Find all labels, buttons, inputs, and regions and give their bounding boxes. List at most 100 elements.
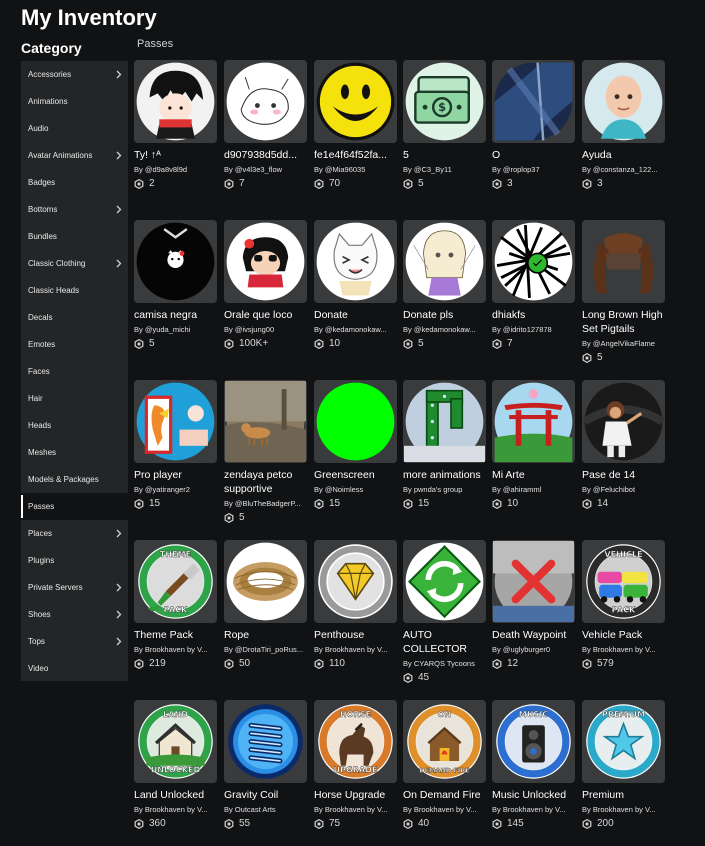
item-thumbnail[interactable]: LAND UNLOCKED: [134, 700, 217, 783]
item-card[interactable]: AUTO COLLECTOR By CYARQS Tycoons 45: [403, 540, 486, 683]
item-name[interactable]: Donate pls: [403, 308, 491, 322]
item-card[interactable]: $5 By @C3_By11 5: [403, 60, 486, 189]
item-card[interactable]: dhiakfs By @idrito127878 7: [492, 220, 575, 349]
item-thumbnail[interactable]: [492, 380, 575, 463]
item-creator[interactable]: By Brookhaven by V...: [582, 805, 670, 814]
item-creator[interactable]: By Brookhaven by V...: [134, 805, 222, 814]
item-name[interactable]: d907938d5dd...: [224, 148, 312, 162]
item-card[interactable]: HORSE UPGRADE Horse Upgrade By Brookhaven …: [314, 700, 397, 829]
item-name[interactable]: AUTO COLLECTOR: [403, 628, 491, 656]
sidebar-item-classic-heads[interactable]: Classic Heads: [21, 277, 128, 304]
item-thumbnail[interactable]: [224, 60, 307, 143]
item-thumbnail[interactable]: PREMIUM: [582, 700, 665, 783]
sidebar-item-faces[interactable]: Faces: [21, 358, 128, 385]
item-card[interactable]: ON DEMAND FIRE On Demand Fire By Brookhave…: [403, 700, 486, 829]
item-thumbnail[interactable]: [492, 540, 575, 623]
item-creator[interactable]: By Brookhaven by V...: [134, 645, 222, 654]
item-thumbnail[interactable]: [224, 700, 307, 783]
item-creator[interactable]: By Outcast Arts: [224, 805, 312, 814]
item-name[interactable]: O: [492, 148, 580, 162]
item-name[interactable]: 5: [403, 148, 491, 162]
item-creator[interactable]: By @DrotaTiri_poRus...: [224, 645, 312, 654]
item-creator[interactable]: By Brookhaven by V...: [492, 805, 580, 814]
sidebar-item-bundles[interactable]: Bundles: [21, 223, 128, 250]
item-name[interactable]: Long Brown High Set Pigtails: [582, 308, 670, 336]
item-thumbnail[interactable]: [582, 60, 665, 143]
item-creator[interactable]: By @Mia96035: [314, 165, 402, 174]
sidebar-item-badges[interactable]: Badges: [21, 169, 128, 196]
sidebar-item-decals[interactable]: Decals: [21, 304, 128, 331]
sidebar-item-hair[interactable]: Hair: [21, 385, 128, 412]
item-card[interactable]: camisa negra By @yuda_michi 5: [134, 220, 217, 349]
item-thumbnail[interactable]: [492, 60, 575, 143]
item-creator[interactable]: By Brookhaven by V...: [314, 805, 402, 814]
item-creator[interactable]: By pwnda's group: [403, 485, 491, 494]
item-creator[interactable]: By CYARQS Tycoons: [403, 659, 491, 668]
item-name[interactable]: Rope: [224, 628, 312, 642]
item-creator[interactable]: By @yatiranger2: [134, 485, 222, 494]
sidebar-item-meshes[interactable]: Meshes: [21, 439, 128, 466]
sidebar-item-bottoms[interactable]: Bottoms: [21, 196, 128, 223]
item-thumbnail[interactable]: VEHICLE PACK: [582, 540, 665, 623]
item-name[interactable]: Pase de 14: [582, 468, 670, 482]
item-card[interactable]: zendaya petco supportive By @BluTheBadger…: [224, 380, 307, 523]
item-name[interactable]: Penthouse: [314, 628, 402, 642]
item-name[interactable]: Music Unlocked: [492, 788, 580, 802]
item-thumbnail[interactable]: [582, 380, 665, 463]
item-thumbnail[interactable]: [403, 540, 486, 623]
item-card[interactable]: LAND UNLOCKED Land Unlocked By Brookhaven …: [134, 700, 217, 829]
item-thumbnail[interactable]: [314, 380, 397, 463]
item-name[interactable]: Gravity Coil: [224, 788, 312, 802]
item-card[interactable]: Death Waypoint By @uglyburger0 12: [492, 540, 575, 669]
item-creator[interactable]: By Brookhaven by V...: [403, 805, 491, 814]
item-name[interactable]: Death Waypoint: [492, 628, 580, 642]
item-thumbnail[interactable]: ON DEMAND FIRE: [403, 700, 486, 783]
item-name[interactable]: Ayuda: [582, 148, 670, 162]
item-card[interactable]: Long Brown High Set Pigtails By @AngelVik…: [582, 220, 665, 363]
item-name[interactable]: dhiakfs: [492, 308, 580, 322]
item-thumbnail[interactable]: [582, 220, 665, 303]
item-card[interactable]: Penthouse By Brookhaven by V... 110: [314, 540, 397, 669]
item-card[interactable]: Greenscreen By @Noimless 15: [314, 380, 397, 509]
sidebar-item-heads[interactable]: Heads: [21, 412, 128, 439]
item-thumbnail[interactable]: [134, 60, 217, 143]
item-card[interactable]: Mi Arte By @ahiramml 10: [492, 380, 575, 509]
item-thumbnail[interactable]: [492, 220, 575, 303]
item-thumbnail[interactable]: [314, 220, 397, 303]
item-name[interactable]: Ty! ↑ᴬ: [134, 148, 222, 162]
item-creator[interactable]: By @d9a8v8l9d: [134, 165, 222, 174]
item-name[interactable]: On Demand Fire: [403, 788, 491, 802]
item-card[interactable]: Donate pls By @kedamonokaw... 5: [403, 220, 486, 349]
item-name[interactable]: more animations: [403, 468, 491, 482]
item-creator[interactable]: By @ivsjung00: [224, 325, 312, 334]
item-name[interactable]: Greenscreen: [314, 468, 402, 482]
item-creator[interactable]: By @Noimless: [314, 485, 402, 494]
sidebar-item-audio[interactable]: Audio: [21, 115, 128, 142]
item-creator[interactable]: By @kedamonokaw...: [403, 325, 491, 334]
item-creator[interactable]: By @v4l3e3_flow: [224, 165, 312, 174]
item-name[interactable]: Mi Arte: [492, 468, 580, 482]
item-thumbnail[interactable]: [224, 220, 307, 303]
item-card[interactable]: Ayuda By @constanza_122... 3: [582, 60, 665, 189]
sidebar-item-tops[interactable]: Tops: [21, 628, 128, 655]
item-name[interactable]: Horse Upgrade: [314, 788, 402, 802]
item-creator[interactable]: By @uglyburger0: [492, 645, 580, 654]
item-thumbnail[interactable]: MUSIC: [492, 700, 575, 783]
item-card[interactable]: Orale que loco By @ivsjung00 100K+: [224, 220, 307, 349]
sidebar-item-classic-clothing[interactable]: Classic Clothing: [21, 250, 128, 277]
sidebar-item-shoes[interactable]: Shoes: [21, 601, 128, 628]
item-name[interactable]: Theme Pack: [134, 628, 222, 642]
sidebar-item-emotes[interactable]: Emotes: [21, 331, 128, 358]
item-name[interactable]: Premium: [582, 788, 670, 802]
item-creator[interactable]: By @BluTheBadgerP...: [224, 499, 312, 508]
item-creator[interactable]: By Brookhaven by V...: [314, 645, 402, 654]
item-card[interactable]: Donate By @kedamonokaw... 10: [314, 220, 397, 349]
item-creator[interactable]: By @ahiramml: [492, 485, 580, 494]
item-creator[interactable]: By @yuda_michi: [134, 325, 222, 334]
sidebar-item-places[interactable]: Places: [21, 520, 128, 547]
item-thumbnail[interactable]: [403, 220, 486, 303]
item-name[interactable]: Vehicle Pack: [582, 628, 670, 642]
item-thumbnail[interactable]: HORSE UPGRADE: [314, 700, 397, 783]
item-card[interactable]: Pase de 14 By @Feluchibot 14: [582, 380, 665, 509]
sidebar-item-avatar-animations[interactable]: Avatar Animations: [21, 142, 128, 169]
